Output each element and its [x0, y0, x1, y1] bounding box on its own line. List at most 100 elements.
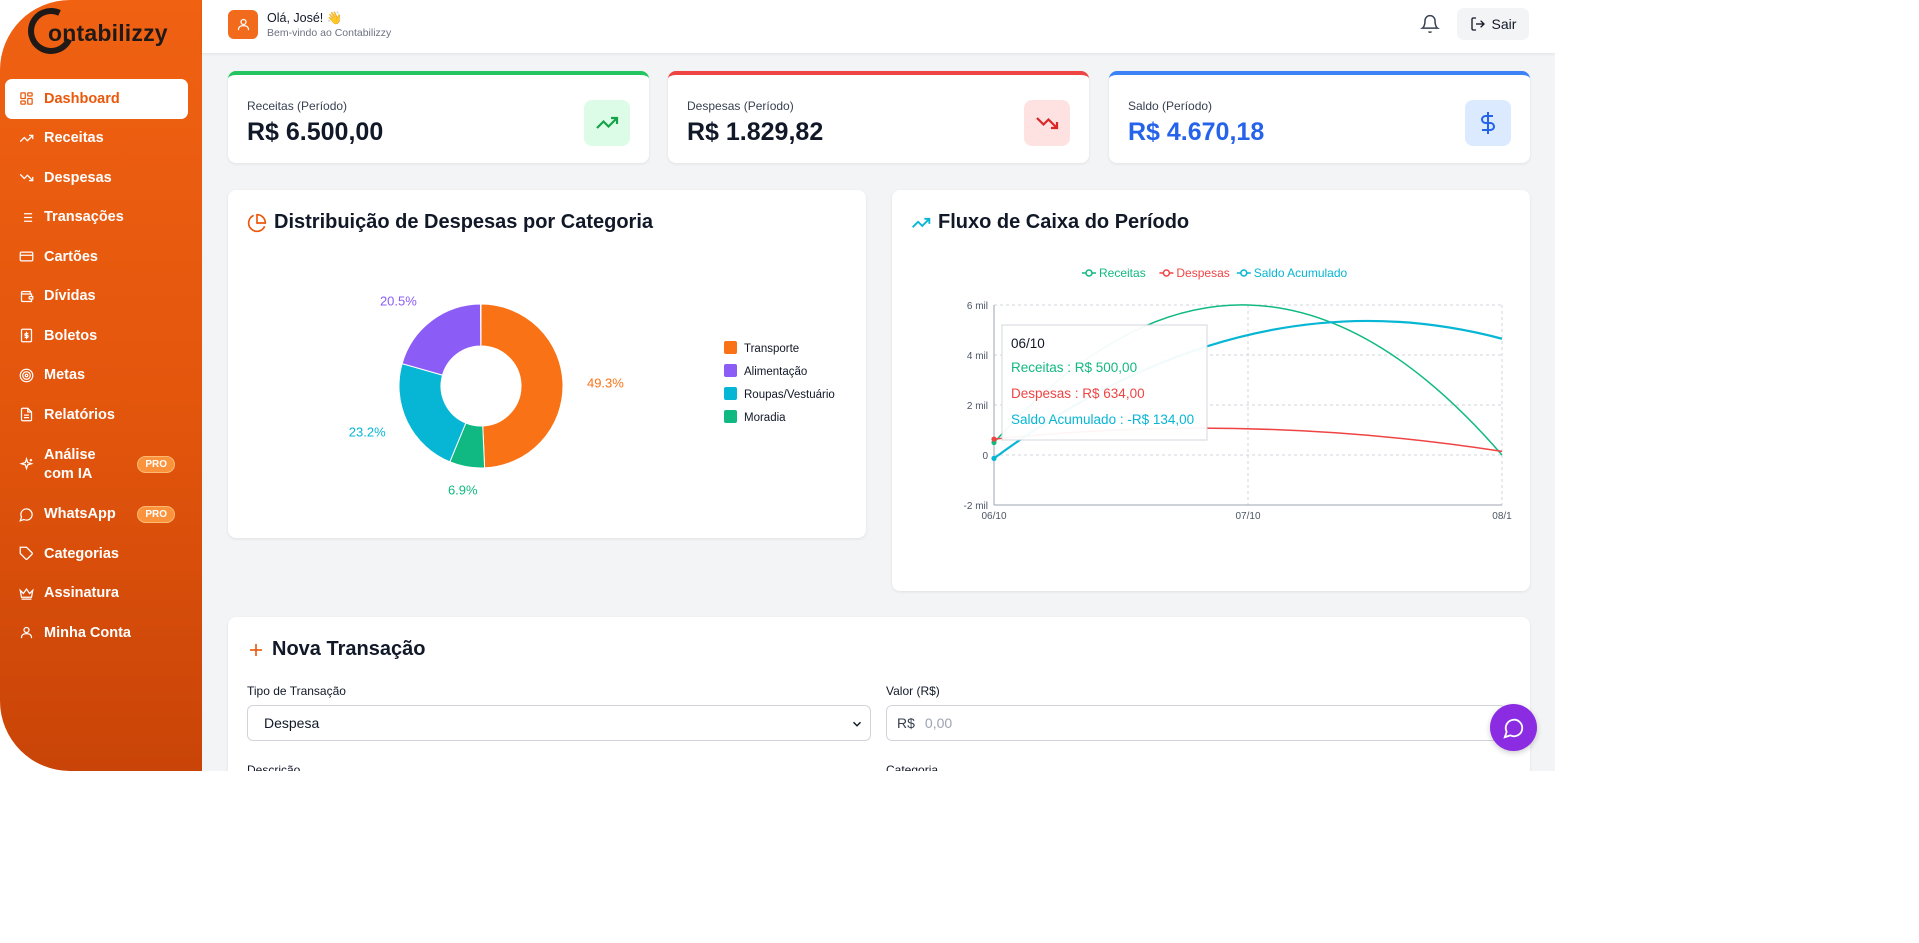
- tipo-label: Tipo de Transação: [247, 684, 346, 698]
- sidebar-item-relatorios[interactable]: Relatórios: [5, 395, 188, 435]
- sidebar-item-label: Assinatura: [44, 585, 119, 602]
- trending-up-icon: [584, 100, 630, 146]
- legend-swatch: [724, 387, 737, 400]
- message-circle-icon: [1502, 718, 1523, 739]
- descricao-label: Descrição: [247, 763, 301, 771]
- stat-value: R$ 6.500,00: [247, 118, 384, 146]
- form-title: Nova Transação: [272, 638, 426, 660]
- user-icon: [237, 18, 249, 31]
- trending-down-icon: [18, 170, 34, 186]
- sidebar-nav: Dashboard Receitas Despesas Transações C…: [5, 79, 188, 653]
- pie-label: 20.5%: [380, 294, 417, 309]
- new-transaction-form: Nova Transação Tipo de Transação Despesa…: [228, 617, 1530, 771]
- legend-marker: [1240, 269, 1248, 277]
- tooltip-title: 06/10: [1011, 336, 1045, 351]
- legend-label: Alimentação: [744, 366, 807, 378]
- sparkles-icon: [18, 457, 34, 473]
- top-bar: Olá, José! 👋 Bem-vindo ao Contabilizzy S…: [202, 0, 1555, 53]
- stat-label: Despesas (Período): [687, 99, 794, 113]
- legend-label: Despesas: [1176, 266, 1229, 280]
- greeting: Olá, José! 👋: [267, 11, 343, 25]
- x-tick-label: 07/10: [1235, 511, 1260, 522]
- sidebar-item-label: Dívidas: [44, 288, 96, 305]
- sidebar-item-dividas[interactable]: Dívidas: [5, 277, 188, 317]
- donut-chart: 49.3% 6.9% 23.2% 20.5% Transporte Alimentação…: [349, 294, 835, 498]
- logo-text: ontabilizzy: [48, 20, 168, 46]
- logout-label: Sair: [1491, 16, 1517, 32]
- logo[interactable]: ontabilizzy: [21, 1, 176, 61]
- stat-card-saldo: Saldo (Período) R$ 4.670,18: [1109, 71, 1530, 163]
- greeting-subtitle: Bem-vindo ao Contabilizzy: [267, 27, 392, 39]
- wallet-icon: [18, 288, 34, 304]
- stat-value: R$ 1.829,82: [687, 118, 824, 146]
- stat-label: Saldo (Período): [1128, 99, 1213, 113]
- bell-icon[interactable]: [1420, 14, 1440, 39]
- y-tick-label: 2 mil: [967, 401, 988, 412]
- pro-badge: PRO: [137, 456, 175, 473]
- sidebar-item-whatsapp[interactable]: WhatsApp PRO: [5, 495, 188, 535]
- valor-field[interactable]: R$: [886, 705, 1506, 741]
- trending-up-icon: [18, 130, 34, 146]
- sidebar-item-label: Relatórios: [44, 406, 115, 423]
- pie-label: 49.3%: [587, 376, 624, 391]
- tooltip-line: Despesas : R$ 634,00: [1011, 386, 1145, 401]
- sidebar-item-label: Receitas: [44, 130, 104, 147]
- sidebar-item-cartoes[interactable]: Cartões: [5, 237, 188, 277]
- panel-title: Nova Transação: [247, 638, 425, 661]
- sidebar-item-minha-conta[interactable]: Minha Conta: [5, 613, 188, 653]
- sidebar-item-analise-ia[interactable]: Análise com IA PRO: [5, 435, 188, 495]
- pie-chart-panel: Distribuição de Despesas por Categoria 4…: [228, 190, 866, 538]
- sidebar-item-assinatura[interactable]: Assinatura: [5, 574, 188, 614]
- crown-icon: [18, 585, 34, 601]
- app-window: ontabilizzy Dashboard Receitas Despesas …: [0, 0, 1555, 771]
- target-icon: [18, 367, 34, 383]
- sidebar-item-categorias[interactable]: Categorias: [5, 534, 188, 574]
- tipo-select-value: Despesa: [264, 715, 320, 731]
- legend-swatch: [724, 364, 737, 377]
- sidebar-item-receitas[interactable]: Receitas: [5, 119, 188, 159]
- legend-label: Moradia: [744, 412, 786, 424]
- tipo-select[interactable]: Despesa: [247, 705, 871, 741]
- plus-icon: [250, 643, 262, 656]
- sidebar-item-label: Minha Conta: [44, 624, 131, 641]
- pie-slice-transporte: [480, 303, 564, 469]
- tooltip-line: Saldo Acumulado : -R$ 134,00: [1011, 412, 1194, 427]
- y-tick-label: 6 mil: [967, 301, 988, 312]
- pie-label: 23.2%: [349, 424, 386, 439]
- message-circle-icon: [18, 506, 34, 522]
- legend-label: Transporte: [744, 343, 799, 355]
- pie-slice-alimentao: [401, 303, 482, 376]
- active-point: [991, 455, 997, 461]
- legend-label: Roupas/Vestuário: [744, 389, 835, 401]
- sidebar-item-label: Transações: [44, 209, 124, 226]
- sidebar-item-label: Análise com IA: [44, 446, 96, 482]
- valor-input[interactable]: [924, 715, 1425, 731]
- sidebar-item-label: Dashboard: [44, 90, 120, 107]
- avatar[interactable]: [228, 10, 258, 39]
- y-tick-label: 4 mil: [967, 351, 988, 362]
- stat-label: Receitas (Período): [247, 99, 348, 113]
- sidebar-item-despesas[interactable]: Despesas: [5, 158, 188, 198]
- trending-down-icon: [1024, 100, 1070, 146]
- chat-button[interactable]: [1490, 704, 1537, 751]
- dollar-icon: [1465, 100, 1511, 146]
- legend-swatch: [724, 341, 737, 354]
- sidebar-item-metas[interactable]: Metas: [5, 356, 188, 396]
- sidebar-item-boletos[interactable]: Boletos: [5, 316, 188, 356]
- x-tick-label: 06/10: [981, 511, 1006, 522]
- pie-slice-roupasvesturio: [398, 363, 467, 463]
- valor-label: Valor (R$): [886, 684, 940, 698]
- line-chart-panel: Fluxo de Caixa do Período -2 mil 0 2 mil 4 …: [892, 190, 1530, 591]
- logout-button[interactable]: Sair: [1457, 8, 1529, 40]
- sidebar-item-dashboard[interactable]: Dashboard: [5, 79, 188, 119]
- credit-card-icon: [18, 249, 34, 265]
- line-chart: -2 mil02 mil4 mil6 mil06/10 07/10 08/1Rece…: [964, 266, 1513, 522]
- sidebar-item-label: Metas: [44, 367, 86, 384]
- logout-icon: [1470, 17, 1485, 31]
- user-icon: [18, 625, 34, 641]
- sidebar-item-label: Categorias: [44, 545, 119, 562]
- sidebar-item-transacoes[interactable]: Transações: [5, 198, 188, 238]
- sidebar-item-label: Cartões: [44, 248, 98, 265]
- pie-label: 6.9%: [448, 482, 478, 497]
- categoria-label: Categoria: [886, 763, 939, 771]
